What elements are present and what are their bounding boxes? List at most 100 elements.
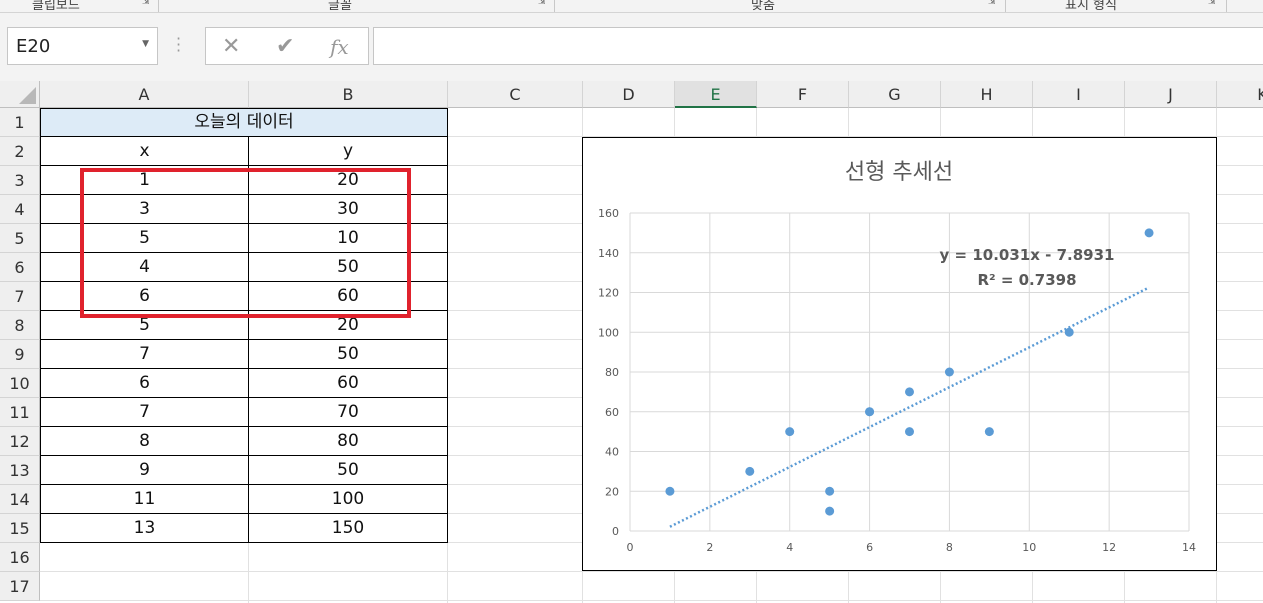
enter-icon[interactable]: ✔ bbox=[276, 34, 294, 59]
ribbon-group-number: 표시 형식 bbox=[1065, 0, 1117, 13]
data-point bbox=[745, 466, 755, 476]
table-cell-y[interactable]: 50 bbox=[249, 456, 448, 485]
chevron-down-icon[interactable]: ▼ bbox=[142, 39, 149, 49]
column-header-f[interactable]: F bbox=[757, 81, 849, 108]
row-header-6[interactable]: 6 bbox=[0, 253, 40, 282]
table-cell-y[interactable]: 150 bbox=[249, 514, 448, 543]
column-header-d[interactable]: D bbox=[583, 81, 675, 108]
cell-value: 60 bbox=[337, 373, 359, 393]
select-all-triangle-icon bbox=[19, 87, 36, 104]
table-cell-y[interactable]: 70 bbox=[249, 398, 448, 427]
alignment-launcher-icon[interactable]: ⇲ bbox=[988, 0, 997, 7]
table-cell-y[interactable]: 60 bbox=[249, 369, 448, 398]
column-header-a[interactable]: A bbox=[40, 81, 249, 108]
name-box[interactable]: E20 ▼ bbox=[7, 27, 158, 65]
ribbon-separator bbox=[158, 0, 159, 12]
scatter-chart[interactable]: 선형 추세선 0 20 40 60 80 100 120 140 160 0 2 4 6 8 10 12 14 y … bbox=[582, 137, 1217, 571]
table-cell-x[interactable]: 9 bbox=[40, 456, 249, 485]
column-header-e[interactable]: E bbox=[675, 81, 757, 108]
name-box-value: E20 bbox=[16, 36, 51, 57]
row-header-10[interactable]: 10 bbox=[0, 369, 40, 398]
y-tick-label: 40 bbox=[605, 446, 619, 459]
row-header-12[interactable]: 12 bbox=[0, 427, 40, 456]
trendline-r-squared: R² = 0.7398 bbox=[977, 271, 1076, 289]
table-cell-x[interactable]: 13 bbox=[40, 514, 249, 543]
data-point bbox=[665, 486, 675, 496]
cell-value: 11 bbox=[133, 489, 156, 509]
row-header-13[interactable]: 13 bbox=[0, 456, 40, 485]
table-cell-x[interactable]: 11 bbox=[40, 485, 249, 514]
row-header-7[interactable]: 7 bbox=[0, 282, 40, 311]
table-title-cell[interactable]: 오늘의 데이터 bbox=[40, 108, 448, 137]
row-header-14[interactable]: 14 bbox=[0, 485, 40, 514]
number-launcher-icon[interactable]: ⇲ bbox=[1208, 0, 1217, 7]
row-header-3[interactable]: 3 bbox=[0, 166, 40, 195]
row-header-15[interactable]: 15 bbox=[0, 514, 40, 543]
data-point bbox=[1144, 228, 1154, 238]
cell-value: 70 bbox=[337, 402, 359, 422]
cell-value: 9 bbox=[139, 460, 150, 480]
ribbon-group-strip: 클립보드 ⇲ 글꼴 ⇲ 맞춤 ⇲ 표시 형식 ⇲ bbox=[0, 0, 1263, 13]
cell-value: 100 bbox=[331, 489, 365, 509]
cell-value: 50 bbox=[337, 344, 359, 364]
column-header-c[interactable]: C bbox=[448, 81, 583, 108]
cell-value: 6 bbox=[139, 373, 150, 393]
row-header-5[interactable]: 5 bbox=[0, 224, 40, 253]
table-cell-x[interactable]: 6 bbox=[40, 369, 249, 398]
data-point bbox=[865, 407, 875, 417]
row-header-8[interactable]: 8 bbox=[0, 311, 40, 340]
table-cell-x[interactable]: 7 bbox=[40, 340, 249, 369]
y-tick-label: 140 bbox=[598, 247, 619, 260]
cell-value: y bbox=[342, 141, 354, 161]
y-tick-label: 160 bbox=[598, 207, 619, 220]
ribbon-group-clipboard: 클립보드 bbox=[32, 0, 80, 13]
highlight-box bbox=[80, 168, 411, 318]
formula-input[interactable] bbox=[373, 27, 1263, 65]
row-header-11[interactable]: 11 bbox=[0, 398, 40, 427]
header-cell-y[interactable]: y bbox=[249, 137, 448, 166]
ribbon-separator bbox=[1226, 0, 1227, 12]
cell-value: x bbox=[139, 141, 150, 161]
x-tick-label: 10 bbox=[1022, 541, 1036, 554]
row-header-1[interactable]: 1 bbox=[0, 108, 40, 137]
column-header-g[interactable]: G bbox=[849, 81, 941, 108]
column-header-j[interactable]: J bbox=[1125, 81, 1217, 108]
data-point bbox=[944, 367, 954, 377]
data-point bbox=[1064, 327, 1074, 337]
column-header-h[interactable]: H bbox=[941, 81, 1033, 108]
table-cell-y[interactable]: 100 bbox=[249, 485, 448, 514]
chart-title: 선형 추세선 bbox=[845, 160, 953, 185]
row-header-4[interactable]: 4 bbox=[0, 195, 40, 224]
cell-value: 50 bbox=[337, 460, 359, 480]
ribbon-separator bbox=[1005, 0, 1006, 12]
y-tick-label: 80 bbox=[605, 366, 619, 379]
y-tick-label: 100 bbox=[598, 326, 619, 339]
resize-handle-icon[interactable]: · · · bbox=[176, 31, 181, 59]
select-all-button[interactable] bbox=[0, 81, 40, 108]
row-header-17[interactable]: 17 bbox=[0, 572, 40, 601]
x-tick-label: 14 bbox=[1182, 541, 1196, 554]
cell-value: 8 bbox=[139, 431, 150, 451]
x-tick-label: 8 bbox=[946, 541, 953, 554]
row-header-16[interactable]: 16 bbox=[0, 543, 40, 572]
table-cell-y[interactable]: 50 bbox=[249, 340, 448, 369]
column-header-b[interactable]: B bbox=[249, 81, 448, 108]
clipboard-launcher-icon[interactable]: ⇲ bbox=[142, 0, 151, 7]
font-launcher-icon[interactable]: ⇲ bbox=[538, 0, 547, 7]
row-header-2[interactable]: 2 bbox=[0, 137, 40, 166]
row-header-9[interactable]: 9 bbox=[0, 340, 40, 369]
table-cell-y[interactable]: 80 bbox=[249, 427, 448, 456]
formula-bar: E20 ▼ · · · ✕ ✔ fx bbox=[0, 13, 1263, 81]
column-header-k[interactable]: K bbox=[1217, 81, 1263, 108]
data-point bbox=[905, 427, 914, 437]
ribbon-group-alignment: 맞춤 bbox=[751, 0, 775, 13]
header-cell-x[interactable]: x bbox=[40, 137, 249, 166]
table-cell-x[interactable]: 7 bbox=[40, 398, 249, 427]
column-header-i[interactable]: I bbox=[1033, 81, 1125, 108]
y-tick-label: 60 bbox=[605, 406, 619, 419]
row-gridline bbox=[40, 600, 1263, 601]
cancel-icon[interactable]: ✕ bbox=[222, 34, 240, 59]
worksheet-grid[interactable]: A B C D E F G H I J K 1 2 3 4 5 6 7 8 9 10 11 12 13 1… bbox=[0, 81, 1263, 603]
table-cell-x[interactable]: 8 bbox=[40, 427, 249, 456]
insert-function-icon[interactable]: fx bbox=[330, 35, 349, 59]
